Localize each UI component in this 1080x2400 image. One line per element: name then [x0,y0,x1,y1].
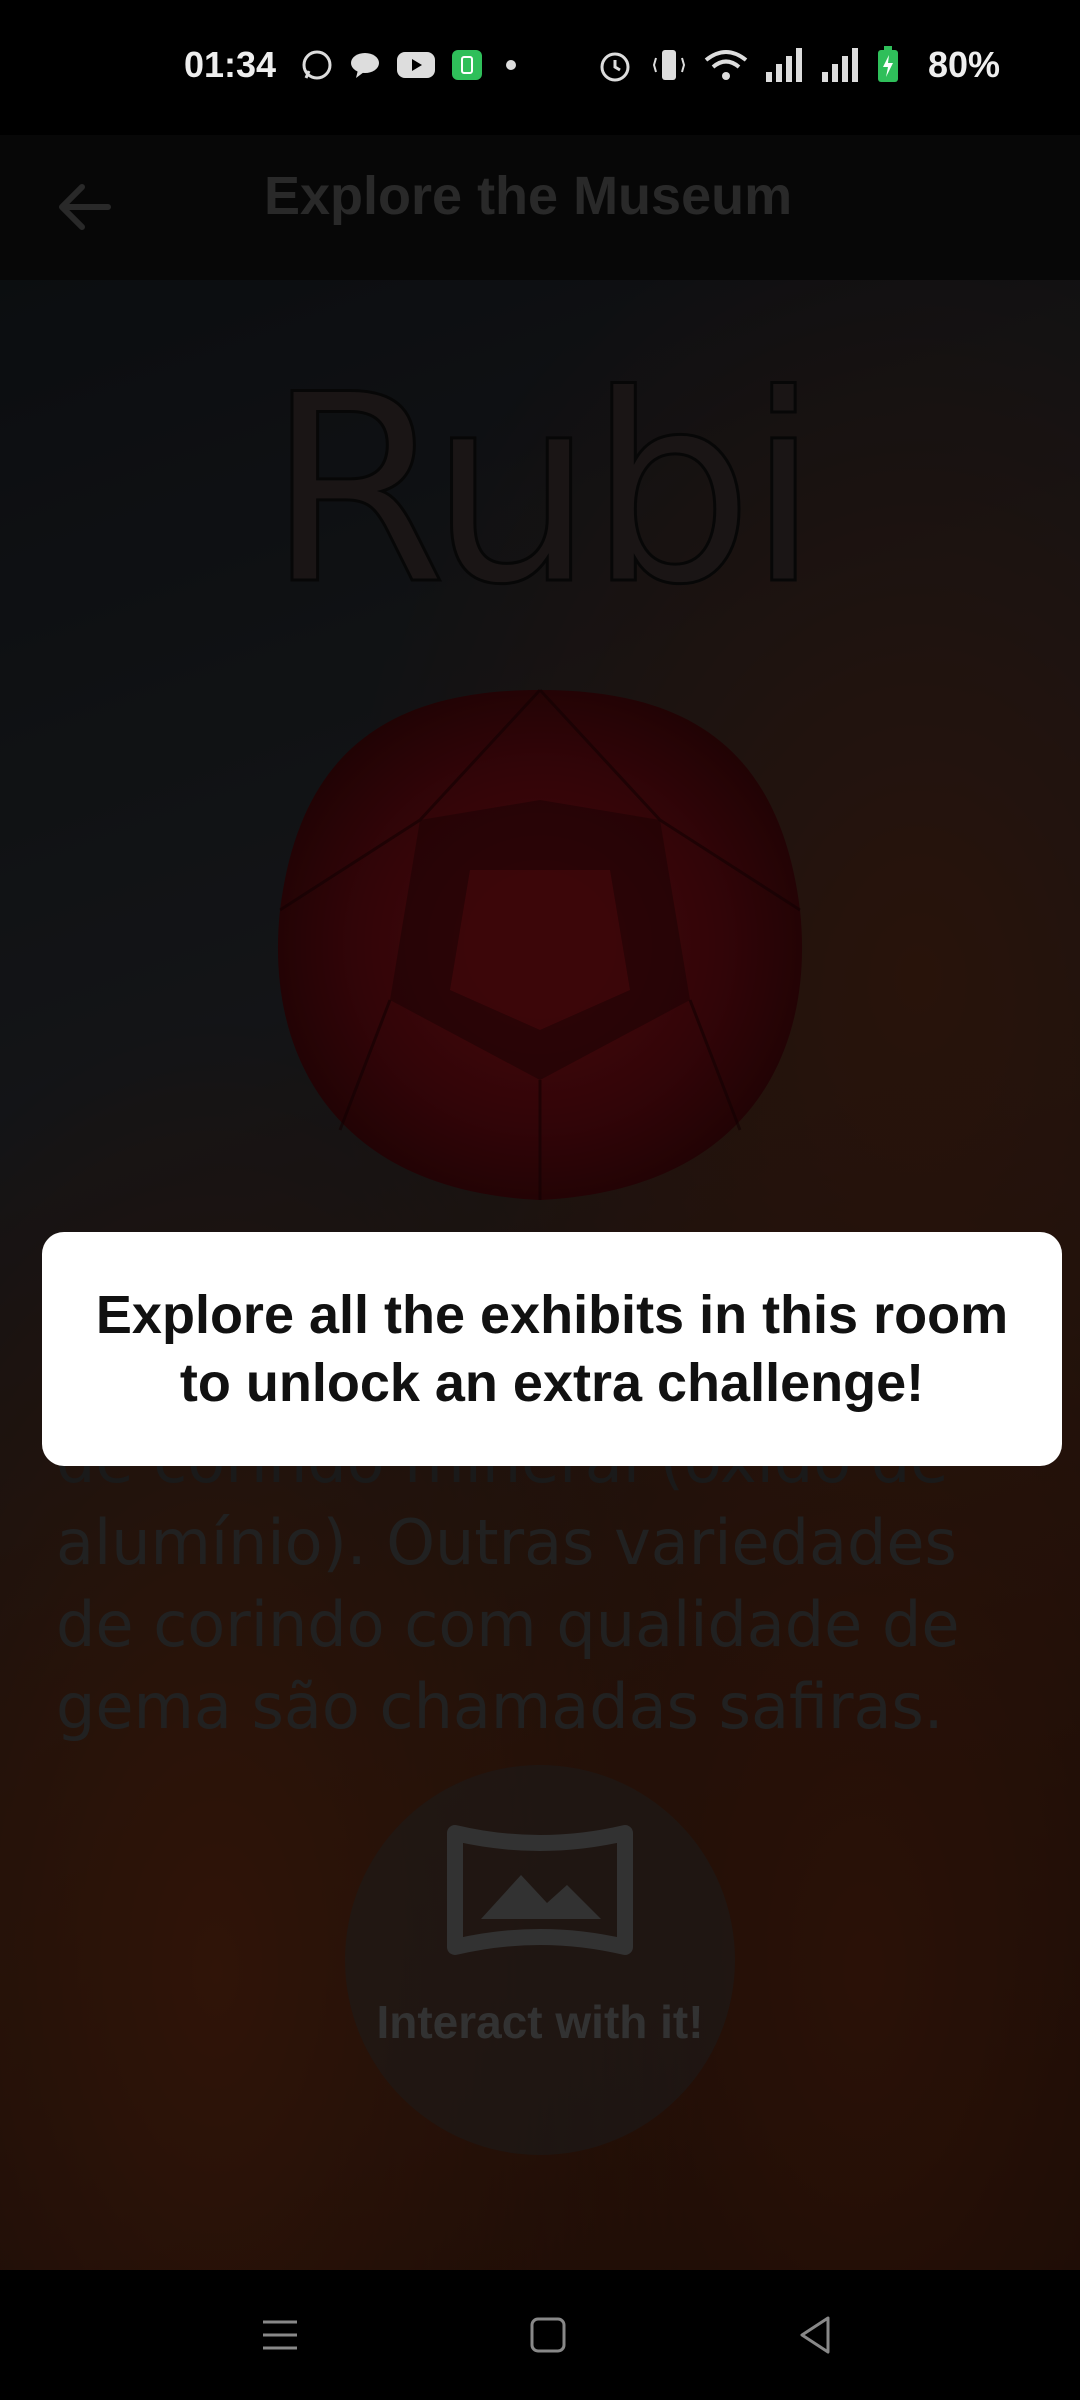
back-arrow-icon[interactable] [48,171,120,243]
battery-icon [878,46,898,82]
home-icon[interactable] [523,2310,573,2360]
whatsapp-icon [302,50,332,80]
back-triangle-icon[interactable] [790,2310,840,2360]
status-time: 01:34 [184,44,277,85]
description-text: alumínio). Outras variedades de corindo … [56,1506,960,1743]
more-notifications-dot [506,60,516,70]
vibrate-icon [652,50,686,80]
menu-icon[interactable] [255,2310,305,2360]
page-title: Explore the Museum [264,166,793,226]
battery-percent: 80% [927,44,1000,85]
youtube-icon [397,52,435,78]
system-icons [596,46,900,84]
ruby-gem-image [277,688,803,1200]
signal-icon [822,48,858,82]
dialog-message: Explore all the exhibits in this room to… [95,1285,1009,1413]
alarm-icon [600,52,630,82]
battery-saver-icon [452,50,482,80]
interact-button[interactable]: Interact with it! [345,1765,735,2155]
navigation-bar [0,2270,1080,2400]
wifi-icon [704,50,748,80]
exhibit-description: de corindo mineral (óxido de alumínio). … [56,1420,1036,1748]
panorama-icon [447,1825,633,1955]
unlock-challenge-dialog[interactable]: Explore all the exhibits in this room to… [42,1232,1062,1466]
chat-icon [351,53,379,78]
interact-label: Interact with it! [376,1996,704,2048]
signal-icon [766,48,802,82]
exhibit-title: Rubi [265,339,821,644]
status-bar: 01:34 80% [0,0,1080,135]
notification-icons [300,48,516,82]
app-bar: Explore the Museum [0,135,1080,280]
